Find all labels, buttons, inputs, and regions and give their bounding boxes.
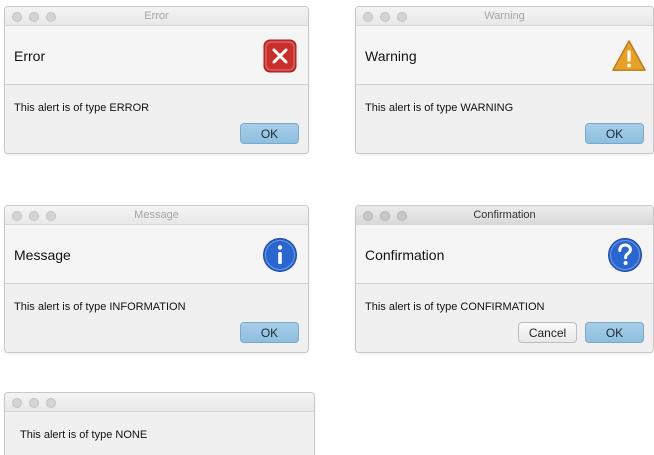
- window-title: Warning: [484, 10, 525, 22]
- none-dialog: This alert is of type NONE: [4, 392, 315, 455]
- header-text: Message: [14, 247, 71, 263]
- confirmation-dialog-titlebar[interactable]: Confirmation: [356, 206, 653, 225]
- error-dialog-titlebar[interactable]: Error: [5, 7, 308, 26]
- confirmation-dialog-header: Confirmation: [356, 225, 653, 284]
- content-text: This alert is of type CONFIRMATION: [365, 301, 545, 313]
- ok-button[interactable]: OK: [585, 322, 644, 343]
- info-icon: [262, 237, 298, 273]
- cancel-button[interactable]: Cancel: [518, 322, 577, 343]
- close-window-button[interactable]: [12, 398, 22, 408]
- header-text: Error: [14, 48, 46, 64]
- warning-dialog-header: Warning: [356, 26, 653, 85]
- zoom-window-button[interactable]: [46, 398, 56, 408]
- window-controls: [12, 398, 56, 408]
- error-dialog: Error Error This alert is of type ERROR …: [4, 6, 309, 154]
- question-icon: [607, 237, 643, 273]
- header-text: Warning: [365, 48, 417, 64]
- window-title: Confirmation: [473, 209, 536, 221]
- content-text: This alert is of type INFORMATION: [14, 301, 186, 313]
- error-dialog-content: This alert is of type ERROR OK: [5, 85, 308, 153]
- minimize-window-button[interactable]: [29, 398, 39, 408]
- none-dialog-titlebar[interactable]: [5, 393, 314, 412]
- error-x-icon: [262, 38, 298, 74]
- warning-dialog: Warning Warning This alert is of type WA…: [355, 6, 654, 154]
- information-dialog: Message Message This alert is of type IN…: [4, 205, 309, 353]
- warning-dialog-titlebar[interactable]: Warning: [356, 7, 653, 26]
- information-dialog-titlebar[interactable]: Message: [5, 206, 308, 225]
- ok-button[interactable]: OK: [240, 123, 299, 144]
- content-text: This alert is of type ERROR: [14, 102, 150, 114]
- ok-button[interactable]: OK: [240, 322, 299, 343]
- window-title: Message: [134, 209, 179, 221]
- warning-triangle-icon: [611, 38, 647, 74]
- error-dialog-header: Error: [5, 26, 308, 85]
- confirmation-dialog-content: This alert is of type CONFIRMATION Cance…: [356, 284, 653, 352]
- window-title: Error: [144, 10, 169, 22]
- warning-dialog-content: This alert is of type WARNING OK: [356, 85, 653, 153]
- none-dialog-content: This alert is of type NONE: [5, 412, 314, 455]
- header-text: Confirmation: [365, 247, 445, 263]
- information-dialog-content: This alert is of type INFORMATION OK: [5, 284, 308, 352]
- ok-button[interactable]: OK: [585, 123, 644, 144]
- information-dialog-header: Message: [5, 225, 308, 284]
- confirmation-dialog: Confirmation Confirmation This alert is …: [355, 205, 654, 353]
- content-text: This alert is of type WARNING: [365, 102, 514, 114]
- content-text: This alert is of type NONE: [20, 429, 148, 441]
